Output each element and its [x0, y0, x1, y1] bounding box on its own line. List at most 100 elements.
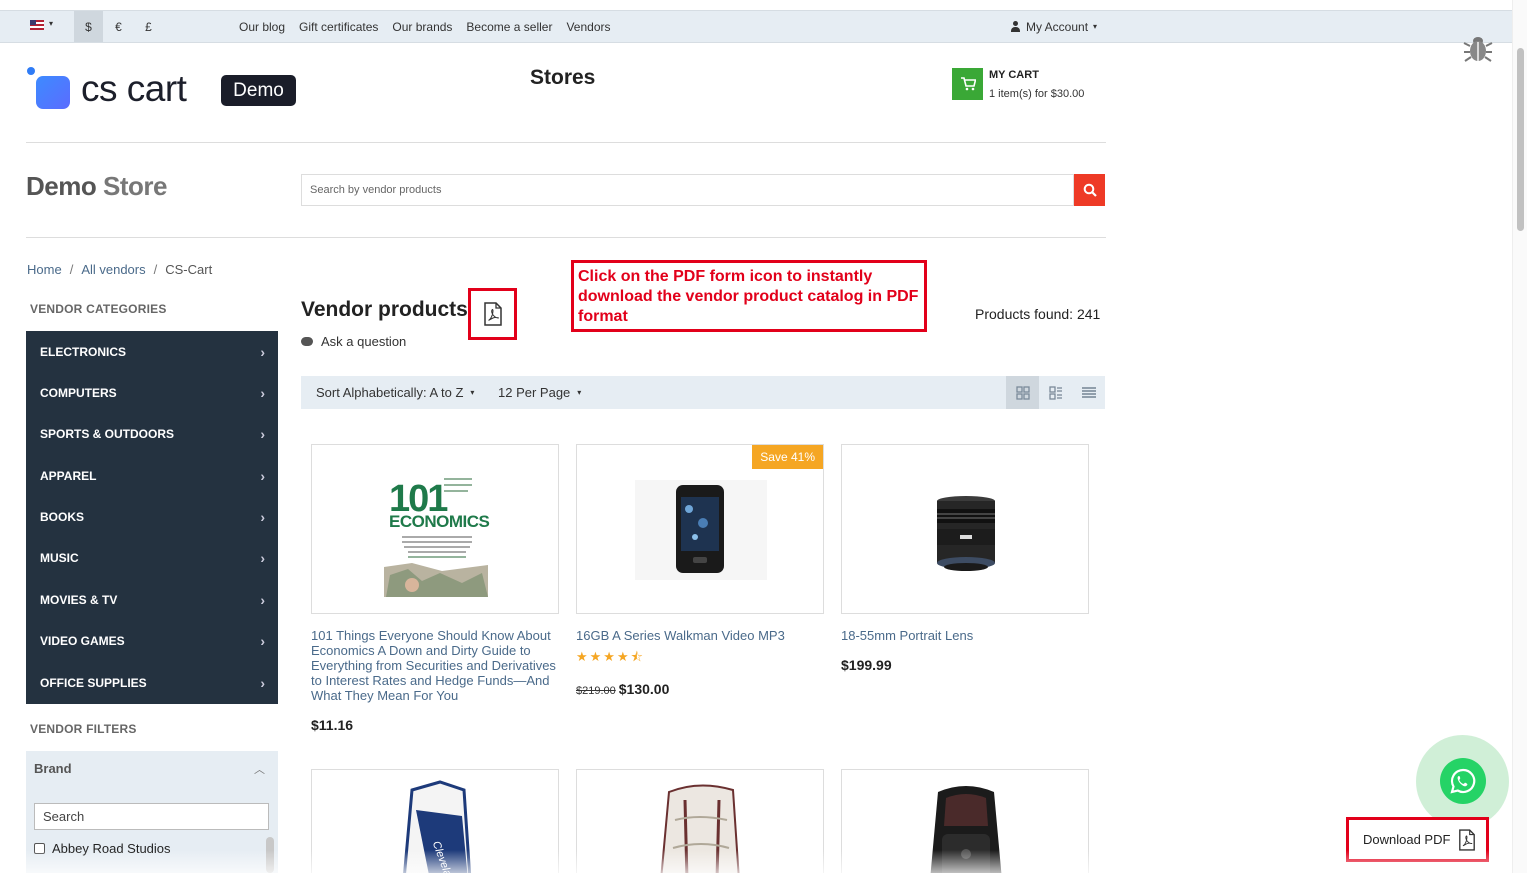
product-title-link[interactable]: 101 Things Everyone Should Know About Ec… [311, 628, 561, 703]
product-image-book: 101 ECONOMICS [384, 469, 490, 597]
currency-gbp[interactable]: £ [134, 11, 163, 42]
brand-list-scrollbar[interactable] [266, 837, 274, 873]
brand-filter-title[interactable]: Brand [34, 761, 72, 776]
my-account-menu[interactable]: My Account ▾ [1010, 11, 1097, 42]
search-input[interactable]: Search by vendor products [301, 174, 1074, 206]
grid-icon [1015, 385, 1030, 400]
sort-dropdown[interactable]: Sort Alphabetically: A to Z ▾ [316, 376, 474, 409]
products-found: Products found: 241 [975, 306, 1101, 322]
product-price: $199.99 [841, 657, 892, 673]
breadcrumb-home[interactable]: Home [27, 262, 62, 277]
list-icon [1048, 385, 1062, 400]
sort-bar: Sort Alphabetically: A to Z ▾ 12 Per Page… [301, 376, 1105, 409]
per-page-dropdown[interactable]: 12 Per Page ▾ [498, 376, 581, 409]
product-price: $219.00 $130.00 [576, 681, 670, 697]
category-item[interactable]: MOVIES & TV › [26, 579, 278, 620]
pdf-icon [483, 302, 502, 326]
chevron-right-icon: › [260, 385, 265, 401]
scrollbar-thumb[interactable] [1517, 48, 1524, 231]
chevron-down-icon: ▾ [577, 388, 582, 397]
download-pdf-button[interactable]: Download PDF [1346, 817, 1489, 862]
page-scrollbar[interactable] [1512, 0, 1527, 873]
brand-option-label: Abbey Road Studios [52, 841, 171, 856]
chevron-right-icon: › [260, 509, 265, 525]
breadcrumb-separator: / [153, 262, 158, 277]
link-become-seller[interactable]: Become a seller [466, 20, 552, 34]
link-vendors[interactable]: Vendors [566, 20, 610, 34]
us-flag-icon[interactable] [30, 20, 44, 30]
category-item[interactable]: SPORTS & OUTDOORS › [26, 413, 278, 454]
cart-icon [952, 68, 983, 100]
compact-view-button[interactable] [1072, 376, 1105, 409]
chevron-right-icon: › [260, 426, 265, 442]
vendor-categories-title: VENDOR CATEGORIES [30, 302, 167, 316]
product-card[interactable] [576, 769, 824, 873]
currency-usd[interactable]: $ [74, 11, 103, 42]
product-price: $11.16 [311, 717, 354, 733]
cart-title: MY CART [989, 69, 1039, 81]
product-card[interactable]: Cleveland [311, 769, 559, 873]
brand-search-input[interactable]: Search [34, 803, 269, 830]
category-item[interactable]: ELECTRONICS › [26, 331, 278, 372]
compact-list-icon [1081, 387, 1096, 398]
product-image-white-backpack [660, 784, 740, 873]
category-item[interactable]: VIDEO GAMES › [26, 620, 278, 661]
top-bar: ▾ $ € £ Our blog Gift certificates Our b… [0, 10, 1512, 43]
product-card[interactable]: 101 ECONOMICS [311, 444, 559, 614]
category-item[interactable]: MUSIC › [26, 537, 278, 578]
chevron-right-icon: › [260, 550, 265, 566]
pdf-download-button[interactable] [468, 288, 517, 340]
divider [26, 142, 1106, 143]
category-item[interactable]: BOOKS › [26, 496, 278, 537]
currency-eur[interactable]: € [104, 11, 133, 42]
breadcrumb-all-vendors[interactable]: All vendors [81, 262, 145, 277]
grid-view-button[interactable] [1006, 376, 1039, 409]
category-item[interactable]: COMPUTERS › [26, 372, 278, 413]
mini-cart[interactable]: MY CART 1 item(s) for $30.00 [952, 68, 1084, 100]
search-button[interactable] [1074, 174, 1105, 206]
vendor-products-title: Vendor products [301, 298, 468, 321]
search-icon [1083, 183, 1097, 197]
whatsapp-button[interactable] [1440, 758, 1486, 804]
chevron-right-icon: › [260, 468, 265, 484]
vendor-categories-list: ELECTRONICS › COMPUTERS › SPORTS & OUTDOOR… [26, 331, 278, 704]
whatsapp-icon [1450, 768, 1476, 794]
logo-mark [36, 76, 70, 109]
product-card[interactable]: Save 41% [576, 444, 824, 614]
ask-question-label: Ask a question [321, 334, 407, 349]
product-image-camera-lens [937, 496, 995, 571]
link-gift-certificates[interactable]: Gift certificates [299, 20, 378, 34]
brand-option[interactable]: Abbey Road Studios [34, 841, 171, 856]
annotation-callout: Click on the PDF form icon to instantly … [571, 260, 927, 332]
divider [26, 237, 1106, 238]
chevron-up-icon[interactable]: ︿ [254, 761, 265, 777]
brand-checkbox[interactable] [34, 843, 45, 854]
top-links: Our blog Gift certificates Our brands Be… [239, 11, 611, 42]
logo-demo-badge: Demo [221, 75, 296, 106]
old-price: $219.00 [576, 685, 616, 697]
vendor-filters-title: VENDOR FILTERS [30, 722, 137, 736]
product-title-link[interactable]: 18-55mm Portrait Lens [841, 628, 1091, 643]
category-item[interactable]: OFFICE SUPPLIES › [26, 662, 278, 703]
link-blog[interactable]: Our blog [239, 20, 285, 34]
user-icon [1010, 21, 1021, 32]
chevron-down-icon: ▾ [1093, 22, 1098, 31]
product-title-link[interactable]: 16GB A Series Walkman Video MP3 [576, 628, 826, 643]
my-account-label: My Account [1026, 19, 1089, 34]
chevron-down-icon[interactable]: ▾ [49, 19, 53, 28]
chevron-right-icon: › [260, 344, 265, 360]
product-card[interactable] [841, 769, 1089, 873]
category-item[interactable]: APPAREL › [26, 455, 278, 496]
rating-stars: ★★★★⯪ [576, 649, 645, 664]
link-brands[interactable]: Our brands [392, 20, 452, 34]
list-view-button[interactable] [1039, 376, 1072, 409]
ask-question-link[interactable]: Ask a question [301, 334, 406, 349]
product-card[interactable] [841, 444, 1089, 614]
product-image-golf-bag: Cleveland [403, 780, 472, 873]
pdf-icon [1459, 828, 1476, 851]
download-pdf-label: Download PDF [1363, 832, 1451, 847]
book-cover-title-line2: ECONOMICS [389, 512, 490, 531]
cs-cart-logo[interactable]: cs cart Demo [26, 66, 301, 112]
bug-icon[interactable] [1463, 33, 1493, 63]
logo-text: cs cart [81, 68, 187, 109]
